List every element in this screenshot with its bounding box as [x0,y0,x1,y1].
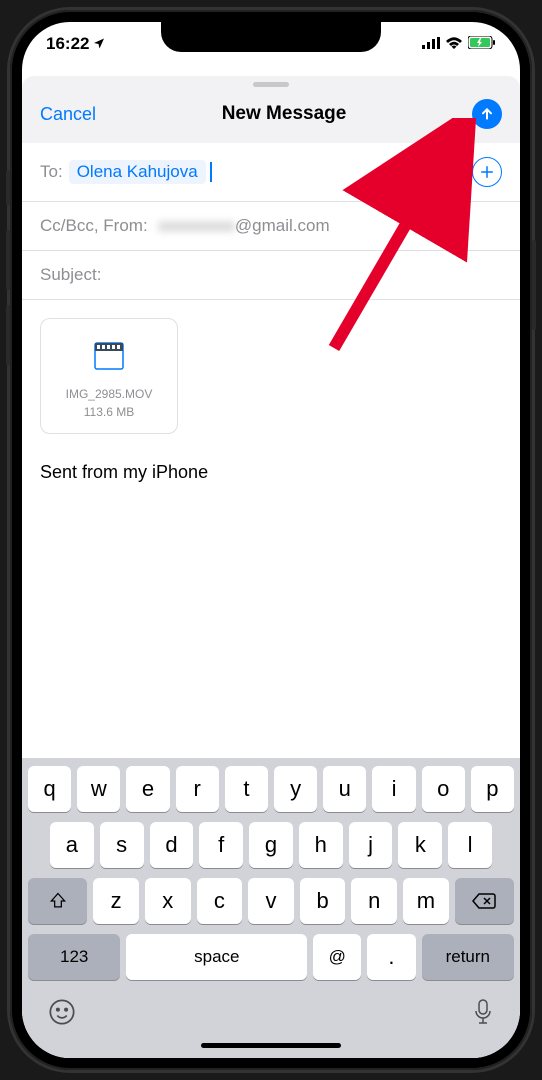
wifi-icon [445,34,463,54]
key-g[interactable]: g [249,822,293,868]
battery-icon [468,34,496,54]
key-d[interactable]: d [150,822,194,868]
key-h[interactable]: h [299,822,343,868]
keyboard-row-3: z x c v b n m [28,878,514,924]
key-p[interactable]: p [471,766,514,812]
redacted-email-user: xxxxxxxxx [158,216,235,235]
home-indicator[interactable] [201,1043,341,1048]
notch [161,22,381,52]
key-v[interactable]: v [248,878,294,924]
cancel-button[interactable]: Cancel [40,104,96,125]
dot-key[interactable]: . [367,934,415,980]
key-f[interactable]: f [199,822,243,868]
key-n[interactable]: n [351,878,397,924]
send-button[interactable] [472,99,502,129]
key-k[interactable]: k [398,822,442,868]
keyboard-row-2: a s d f g h j k l [28,822,514,868]
location-icon [93,37,105,52]
emoji-button[interactable] [48,998,76,1033]
modal-title: New Message [222,103,347,125]
key-b[interactable]: b [300,878,346,924]
key-l[interactable]: l [448,822,492,868]
attachment-card[interactable]: IMG_2985.MOV 113.6 MB [40,318,178,434]
email-suffix: @gmail.com [235,216,330,235]
key-u[interactable]: u [323,766,366,812]
cc-bcc-field[interactable]: Cc/Bcc, From: xxxxxxxxx@gmail.com [22,202,520,251]
at-key[interactable]: @ [313,934,361,980]
cc-label: Cc/Bcc, From: [40,216,148,236]
key-c[interactable]: c [197,878,243,924]
key-s[interactable]: s [100,822,144,868]
key-r[interactable]: r [176,766,219,812]
to-label: To: [40,162,63,182]
spacebar[interactable]: space [126,934,307,980]
key-w[interactable]: w [77,766,120,812]
key-z[interactable]: z [93,878,139,924]
key-o[interactable]: o [422,766,465,812]
shift-key[interactable] [28,878,87,924]
subject-label: Subject: [40,265,101,285]
key-e[interactable]: e [126,766,169,812]
key-q[interactable]: q [28,766,71,812]
compose-modal: Cancel New Message To: Olena Kahujova Cc… [22,76,520,1058]
status-time: 16:22 [46,34,89,54]
signal-icon [422,34,440,54]
subject-field[interactable]: Subject: [22,251,520,300]
to-field[interactable]: To: Olena Kahujova [22,143,520,202]
key-j[interactable]: j [349,822,393,868]
key-m[interactable]: m [403,878,449,924]
key-a[interactable]: a [50,822,94,868]
dictation-button[interactable] [472,998,494,1033]
attachment-filename: IMG_2985.MOV [66,387,153,401]
key-i[interactable]: i [372,766,415,812]
recipient-token[interactable]: Olena Kahujova [69,160,206,184]
return-key[interactable]: return [422,934,514,980]
email-signature[interactable]: Sent from my iPhone [22,452,520,493]
video-file-icon [89,335,129,375]
key-t[interactable]: t [225,766,268,812]
key-y[interactable]: y [274,766,317,812]
numbers-key[interactable]: 123 [28,934,120,980]
attachment-size: 113.6 MB [84,405,134,419]
keyboard-row-4: 123 space @ . return [28,934,514,980]
keyboard-row-1: q w e r t y u i o p [28,766,514,812]
keyboard: q w e r t y u i o p a s d f g h [22,758,520,1058]
backspace-key[interactable] [455,878,514,924]
add-contact-button[interactable] [472,157,502,187]
text-cursor [210,162,212,182]
key-x[interactable]: x [145,878,191,924]
